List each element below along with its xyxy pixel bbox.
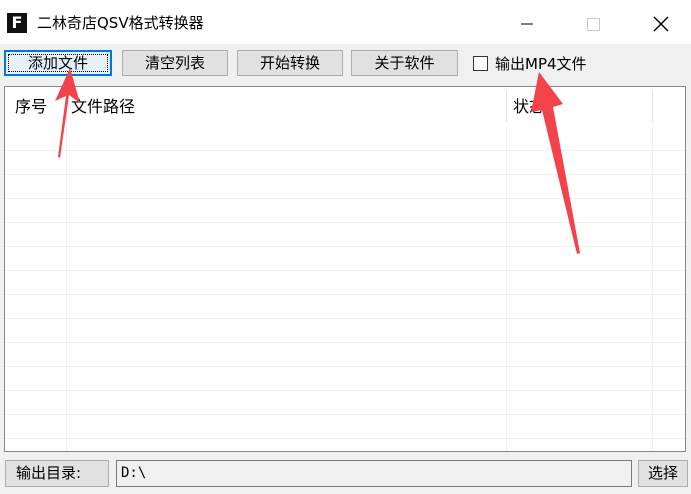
column-separator[interactable]: [66, 91, 67, 123]
grid-line: [5, 270, 685, 271]
app-icon: F: [7, 13, 27, 33]
maximize-icon: [587, 18, 600, 31]
grid-line: [5, 390, 685, 391]
start-convert-button[interactable]: 开始转换: [237, 50, 343, 76]
column-header-path[interactable]: 文件路径: [71, 87, 135, 127]
grid-line: [506, 127, 507, 451]
column-separator[interactable]: [652, 91, 653, 123]
grid-line: [66, 127, 67, 451]
grid-line: [5, 150, 685, 151]
grid-line: [5, 438, 685, 439]
output-dir-label: 输出目录:: [5, 460, 109, 487]
clear-list-button[interactable]: 清空列表: [122, 50, 228, 76]
grid-line: [5, 174, 685, 175]
maximize-button[interactable]: [569, 2, 619, 42]
minimize-button[interactable]: [502, 2, 552, 42]
grid-line: [5, 414, 685, 415]
grid-line: [5, 222, 685, 223]
add-file-button[interactable]: 添加文件: [4, 50, 112, 76]
minimize-icon: [521, 23, 533, 25]
grid-line: [5, 318, 685, 319]
bottom-bar: 输出目录: D:\ 选择: [0, 454, 691, 494]
column-header-status[interactable]: 状态: [513, 87, 545, 127]
title-bar[interactable]: F 二林奇店QSV格式转换器: [0, 0, 691, 44]
file-list[interactable]: 序号 文件路径 状态: [4, 86, 686, 452]
app-window: F 二林奇店QSV格式转换器 添加文件 清空列表 开始转换 关于软件 输出MP4…: [0, 0, 691, 494]
close-button[interactable]: [636, 2, 686, 42]
column-header-index[interactable]: 序号: [15, 87, 47, 127]
focus-rect: [8, 54, 108, 72]
close-icon: [653, 16, 669, 32]
list-header: 序号 文件路径 状态: [5, 87, 685, 127]
about-button[interactable]: 关于软件: [351, 50, 458, 76]
checkbox-box[interactable]: [473, 56, 488, 71]
grid-line: [5, 342, 685, 343]
grid-line: [5, 198, 685, 199]
output-dir-input[interactable]: D:\: [116, 460, 632, 487]
column-separator[interactable]: [506, 91, 507, 123]
grid-line: [5, 246, 685, 247]
select-button[interactable]: 选择: [638, 460, 688, 487]
grid-line: [5, 366, 685, 367]
toolbar: 添加文件 清空列表 开始转换 关于软件 输出MP4文件: [0, 44, 691, 86]
grid-line: [652, 127, 653, 451]
window-title: 二林奇店QSV格式转换器: [37, 14, 204, 32]
grid-line: [5, 294, 685, 295]
output-mp4-label[interactable]: 输出MP4文件: [495, 54, 587, 74]
